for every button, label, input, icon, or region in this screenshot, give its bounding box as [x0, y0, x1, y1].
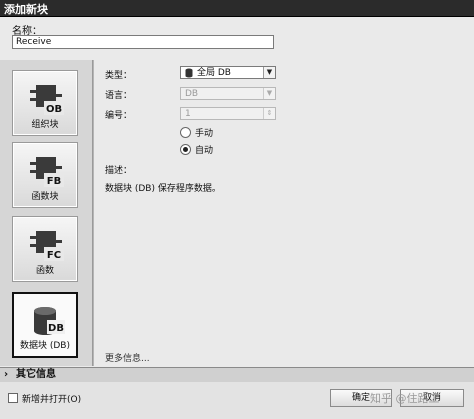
ob-badge: OB — [46, 104, 62, 115]
chevron-down-icon: ▼ — [263, 88, 275, 99]
add-and-open-label: 新增并打开(O) — [22, 395, 82, 405]
auto-radio[interactable]: 自动 — [180, 143, 213, 156]
type-select[interactable]: 全局 DB ▼ — [180, 66, 276, 79]
function-block-button[interactable]: FB 函数块 — [12, 142, 78, 208]
number-stepper: 1 ⇕ — [180, 107, 276, 120]
function-label: 函数 — [35, 266, 54, 276]
fb-block-icon: FB — [30, 157, 64, 187]
organization-block-button[interactable]: OB 组织块 — [12, 70, 78, 136]
manual-radio[interactable]: 手动 — [180, 126, 213, 139]
language-label: 语言： — [105, 91, 133, 101]
function-button[interactable]: FC 函数 — [12, 216, 78, 282]
language-select: DB ▼ — [180, 87, 276, 100]
ob-block-icon: OB — [30, 85, 64, 115]
number-label: 编号： — [105, 111, 133, 121]
fc-badge: FC — [47, 250, 61, 261]
auto-radio-label: 自动 — [195, 146, 214, 156]
fb-badge: FB — [47, 176, 61, 187]
db-badge: DB — [48, 323, 64, 334]
chevron-right-icon[interactable]: › — [4, 368, 8, 382]
block-type-sidebar: OB 组织块 FB 函数块 FC 函数 DB 数据块 (DB) — [0, 60, 93, 366]
organization-block-label: 组织块 — [31, 120, 59, 130]
type-label: 类型： — [105, 71, 133, 81]
watermark: 知乎 @住路工 — [370, 392, 440, 405]
data-block-button[interactable]: DB 数据块 (DB) — [12, 292, 78, 358]
more-info-link[interactable]: 更多信息... — [105, 351, 150, 364]
window-title: 添加新块 — [4, 3, 48, 16]
fc-block-icon: FC — [30, 231, 64, 261]
add-and-open-checkbox[interactable] — [8, 393, 18, 403]
type-value: 全局 DB — [197, 68, 231, 78]
description-label: 描述： — [105, 166, 133, 176]
panel-divider — [93, 60, 94, 366]
function-block-label: 函数块 — [31, 192, 59, 202]
radio-circle[interactable] — [180, 127, 191, 138]
manual-radio-label: 手动 — [195, 129, 214, 139]
spin-arrows-icon: ⇕ — [263, 108, 275, 119]
block-name-input[interactable] — [12, 35, 274, 49]
chevron-down-icon[interactable]: ▼ — [263, 67, 275, 78]
db-small-icon — [185, 68, 193, 78]
other-info-section[interactable]: › 其它信息 — [0, 367, 474, 383]
description-text: 数据块 (DB) 保存程序数据。 — [105, 184, 221, 194]
radio-circle-selected[interactable] — [180, 144, 191, 155]
number-value: 1 — [185, 109, 191, 119]
language-value: DB — [185, 89, 199, 99]
title-bar: 添加新块 — [0, 0, 474, 17]
data-block-label: 数据块 (DB) — [20, 341, 70, 351]
db-cylinder-icon: DB — [34, 307, 65, 335]
other-info-label: 其它信息 — [16, 369, 56, 380]
